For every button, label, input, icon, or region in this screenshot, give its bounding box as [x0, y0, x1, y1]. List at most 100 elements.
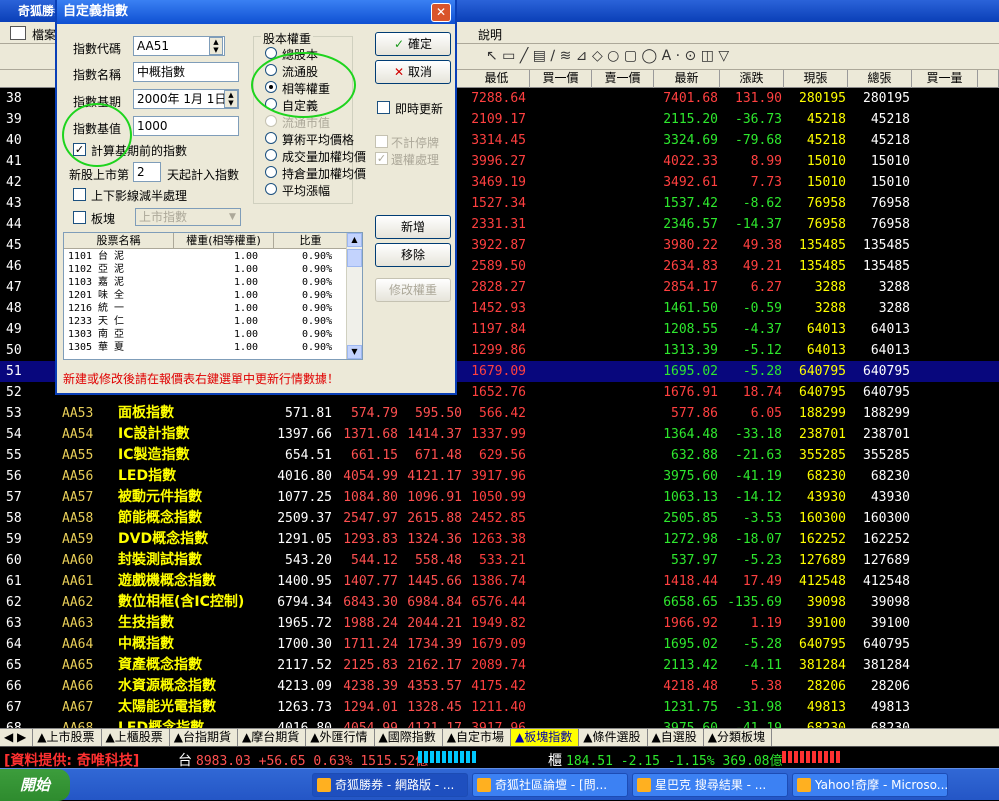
shadow-checkbox[interactable] [73, 188, 86, 201]
tab-7[interactable]: ▲板塊指數 [511, 729, 580, 746]
tab-8[interactable]: ▲條件選股 [579, 729, 648, 746]
col-ask[interactable]: 賣一價 [592, 70, 654, 88]
weight-radio[interactable] [265, 115, 277, 127]
col-change[interactable]: 漲跌 [720, 70, 784, 88]
menu-help[interactable]: 說明 [478, 26, 502, 43]
chevron-down-icon[interactable]: ▼ [225, 209, 240, 225]
list-header-ratio[interactable]: 比重 [274, 233, 348, 249]
list-item[interactable]: 1201 味 全 1.00 0.90% [64, 290, 348, 301]
drawing-tools[interactable]: ↖ ▭ ╱ ▤ ∕ ≋ ⊿ ◇ ○ ▢ ◯ A · ⊙ ◫ ▽ [486, 48, 729, 64]
cell-total: 640795 [863, 637, 910, 652]
table-row[interactable]: 59 AA59 DVD概念指數 1291.05 1293.83 1324.36 1263.3… [0, 529, 999, 550]
col-bidvol[interactable]: 買一量 [912, 70, 978, 88]
tab-9[interactable]: ▲自選股 [648, 729, 704, 746]
exclude-suspend-checkbox[interactable] [375, 135, 388, 148]
table-row[interactable]: 66 AA66 水資源概念指數 4213.09 4238.39 4353.57 4175.4… [0, 676, 999, 697]
taskbar-item-1[interactable]: 奇狐勝券 - 網路版 - ... [312, 773, 468, 797]
list-item[interactable]: 1103 嘉 泥 1.00 0.90% [64, 277, 348, 288]
realtime-checkbox[interactable] [377, 101, 390, 114]
tab-0[interactable]: ▲上市股票 [33, 729, 102, 746]
list-item[interactable]: 1305 華 夏 1.00 0.90% [64, 342, 348, 353]
taskbar-item-label: 星巴克 搜尋結果 - ... [655, 778, 767, 792]
add-button[interactable]: 新增 [375, 215, 451, 239]
cell-code: AA54 [62, 427, 94, 442]
scroll-down-icon[interactable]: ▼ [347, 345, 362, 359]
table-row[interactable]: 68 AA68LED概念指數 4016.80 4054.994121.173917.9… [0, 718, 999, 728]
cell-high: 1371.68 [343, 427, 398, 442]
ok-button[interactable]: ✓ 確定 [375, 32, 451, 56]
taskbar-item-4[interactable]: Yahoo!奇摩 - Microso... [792, 773, 948, 797]
tab-2[interactable]: ▲台指期貨 [170, 729, 239, 746]
col-low[interactable]: 最低 [464, 70, 530, 88]
col-volume[interactable]: 現張 [784, 70, 848, 88]
tab-3[interactable]: ▲摩台期貨 [238, 729, 307, 746]
scroll-thumb[interactable] [347, 249, 362, 267]
list-item[interactable]: 1303 南 亞 1.00 0.90% [64, 329, 348, 340]
list-item[interactable]: 1102 亞 泥 1.00 0.90% [64, 264, 348, 275]
cell-total: 381284 [863, 658, 910, 673]
code-spinner[interactable]: ▲ ▼ [209, 37, 223, 55]
table-row[interactable]: 55 AA55 IC製造指數 654.51 661.15 671.48 629.56 632.… [0, 445, 999, 466]
col-total[interactable]: 總張 [848, 70, 912, 88]
weight-radio[interactable] [265, 183, 277, 195]
cancel-button[interactable]: ✕ 取消 [375, 60, 451, 84]
table-row[interactable]: 54 AA54 IC設計指數 1397.66 1371.68 1414.37 1337.99… [0, 424, 999, 445]
date-spinner[interactable]: ▲ ▼ [224, 90, 238, 108]
twse-volume-bar [418, 751, 478, 763]
taskbar-item-2[interactable]: 奇狐社區論壇 - [問... [472, 773, 628, 797]
cell-code: AA64 [62, 637, 94, 652]
tab-1[interactable]: ▲上櫃股票 [102, 729, 170, 746]
table-row[interactable]: 67 AA67 太陽能光電指數 1263.73 1294.01 1328.45 1211.4… [0, 697, 999, 718]
col-bid[interactable]: 買一價 [530, 70, 592, 88]
col-more[interactable] [978, 70, 999, 88]
list-item[interactable]: 1216 統 一 1.00 0.90% [64, 303, 348, 314]
tab-4[interactable]: ▲外匯行情 [306, 729, 375, 746]
table-row[interactable]: 64 AA64 中概指數 1700.30 1711.24 1734.39 1679.09 16… [0, 634, 999, 655]
remove-button[interactable]: 移除 [375, 243, 451, 267]
table-row[interactable]: 62 AA62 數位相框(含IC控制) 6794.34 6843.30 6984.84 65… [0, 592, 999, 613]
list-item[interactable]: 1233 天 仁 1.00 0.90% [64, 316, 348, 327]
base-value-field[interactable]: 1000 [133, 116, 239, 136]
tab-scroll-arrows[interactable]: ◀ ▶ [0, 729, 34, 746]
table-row[interactable]: 60 AA60 封裝測試指數 543.20 544.12 558.48 533.21 537.… [0, 550, 999, 571]
app-icon [797, 778, 811, 792]
new-stock-suffix: 天起計入指數 [167, 168, 240, 182]
start-button[interactable]: 開始 [0, 769, 70, 801]
weight-radio[interactable] [265, 132, 277, 144]
tab-6[interactable]: ▲自定市場 [443, 729, 512, 746]
list-header-weight[interactable]: 權重(相等權重) [174, 233, 274, 249]
menu-file-icon[interactable] [10, 26, 26, 40]
list-scrollbar[interactable]: ▲ ▼ [346, 233, 362, 359]
table-row[interactable]: 56 AA56 LED指數 4016.80 4054.99 4121.17 3917.96 3… [0, 466, 999, 487]
scroll-up-icon[interactable]: ▲ [347, 233, 362, 247]
table-row[interactable]: 65 AA65 資產概念指數 2117.52 2125.83 2162.17 2089.74… [0, 655, 999, 676]
table-row[interactable]: 57 AA57 被動元件指數 1077.25 1084.80 1096.91 1050.99… [0, 487, 999, 508]
block-label: 板塊 [91, 212, 116, 226]
cell-volume: 45218 [806, 133, 846, 148]
table-row[interactable]: 58 AA58 節能概念指數 2509.37 2547.97 2615.88 2452.85… [0, 508, 999, 529]
new-stock-days-field[interactable]: 2 [133, 162, 161, 182]
cell-volume: 76958 [806, 196, 846, 211]
modify-weight-button[interactable]: 修改權重 [375, 278, 451, 302]
list-item[interactable]: 1101 台 泥 1.00 0.90% [64, 251, 348, 262]
col-last[interactable]: 最新 [654, 70, 720, 88]
taskbar-item-3[interactable]: 星巴克 搜尋結果 - ... [632, 773, 788, 797]
weight-radio[interactable] [265, 166, 277, 178]
cell-volume: 280195 [799, 91, 846, 106]
restore-checkbox[interactable]: ✓ [375, 152, 388, 165]
table-row[interactable]: 53 AA53 面板指數 571.81 574.79 595.50 566.42 577.86… [0, 403, 999, 424]
tab-10[interactable]: ▲分類板塊 [704, 729, 773, 746]
block-checkbox[interactable] [73, 211, 86, 224]
cell-last: 2113.42 [663, 658, 718, 673]
weight-radio[interactable] [265, 149, 277, 161]
close-icon[interactable]: ✕ [431, 3, 451, 22]
name-field[interactable]: 中概指數 [133, 62, 239, 82]
cell-low2: 2162.17 [407, 658, 462, 673]
cell-low: 1949.82 [471, 616, 526, 631]
tab-5[interactable]: ▲國際指數 [375, 729, 443, 746]
cell-low2: 6984.84 [407, 595, 462, 610]
table-row[interactable]: 61 AA61 遊戲機概念指數 1400.95 1407.77 1445.66 1386.7… [0, 571, 999, 592]
table-row[interactable]: 63 AA63 生技指數 1965.72 1988.24 2044.21 1949.82 19… [0, 613, 999, 634]
list-header-name[interactable]: 股票名稱 [64, 233, 174, 249]
menu-file[interactable]: 檔案 [32, 26, 56, 43]
